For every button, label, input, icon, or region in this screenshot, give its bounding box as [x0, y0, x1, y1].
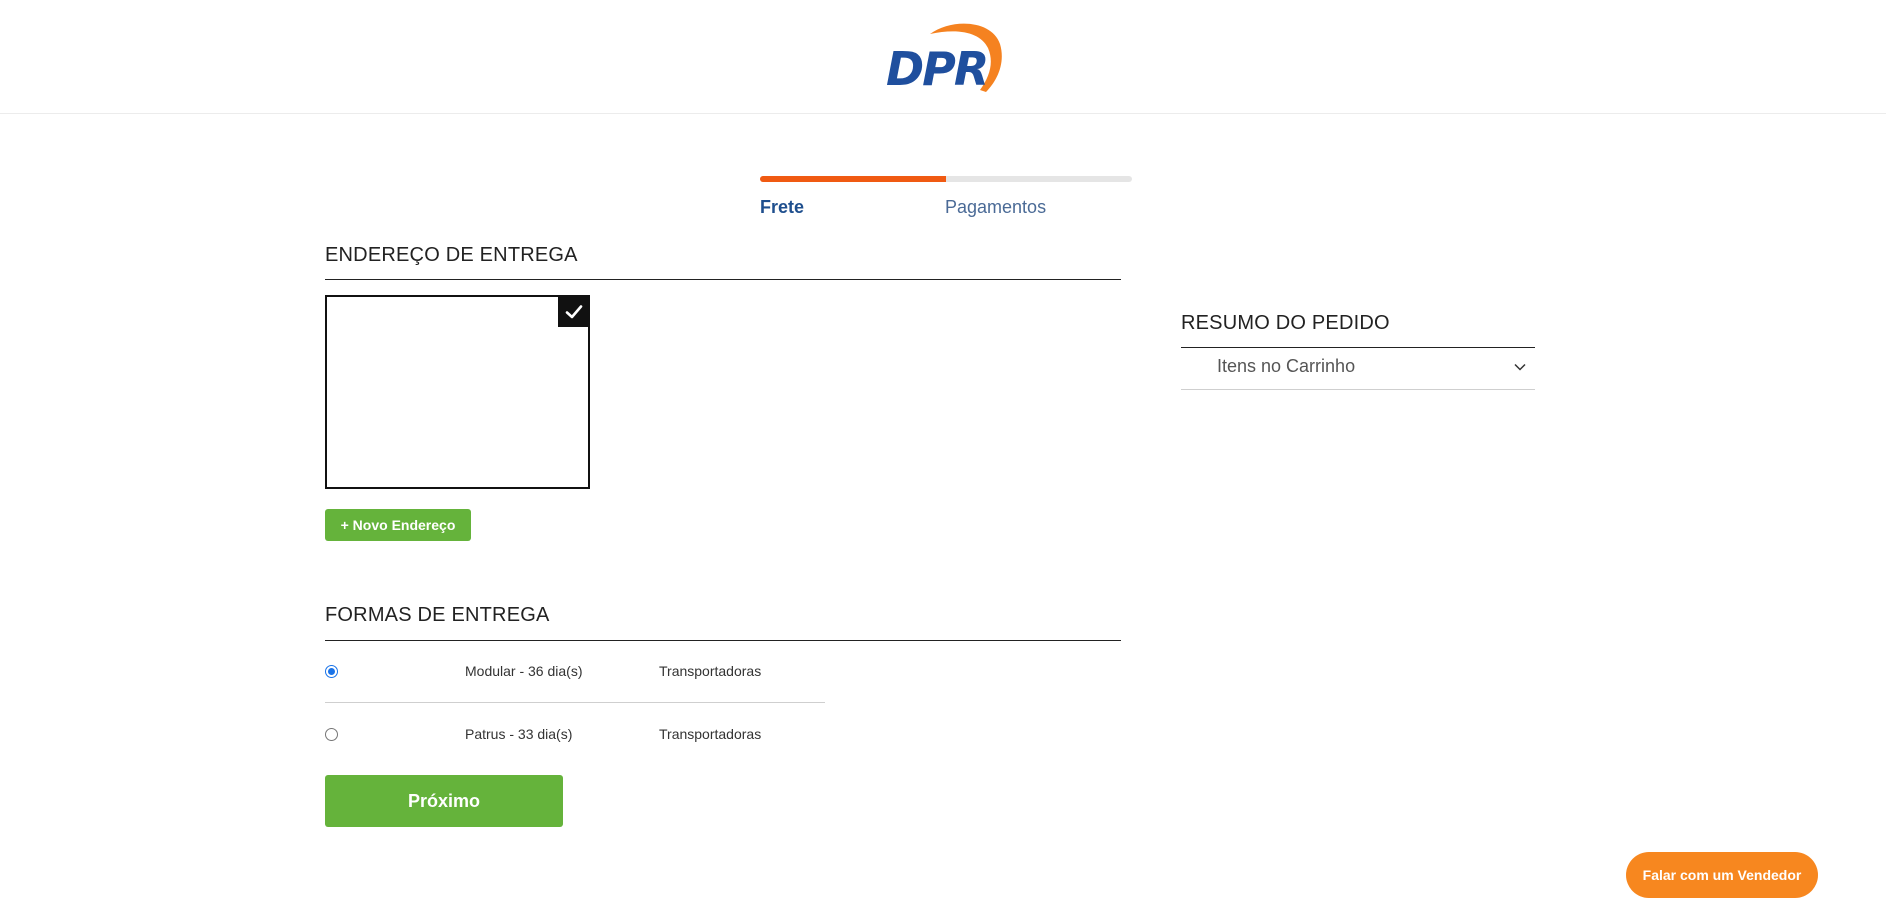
shipping-radio-modular[interactable]	[325, 665, 338, 678]
shipping-option-type: Transportadoras	[659, 663, 762, 679]
shipping-option-name: Modular - 36 dia(s)	[465, 663, 583, 679]
address-card[interactable]	[325, 295, 590, 489]
site-header: DPR	[0, 0, 1886, 114]
dpr-logo[interactable]: DPR	[882, 20, 1008, 92]
checkout-progress-bar	[760, 176, 1132, 182]
cart-items-divider	[1181, 389, 1535, 390]
shipping-radio-patrus[interactable]	[325, 728, 338, 741]
order-summary-title: RESUMO DO PEDIDO	[1181, 312, 1390, 334]
selected-check-icon	[558, 296, 589, 327]
logo-text: DPR	[886, 42, 989, 96]
shipping-option-type: Transportadoras	[659, 726, 762, 742]
step-frete[interactable]: Frete	[760, 197, 804, 218]
delivery-address-divider	[325, 279, 1121, 280]
shipping-methods-divider	[325, 640, 1121, 641]
step-pagamentos[interactable]: Pagamentos	[945, 197, 1046, 218]
cart-items-toggle[interactable]: Itens no Carrinho	[1181, 348, 1535, 389]
shipping-methods-title: FORMAS DE ENTREGA	[325, 604, 550, 626]
talk-to-seller-button[interactable]: Falar com um Vendedor	[1626, 852, 1818, 898]
chevron-down-icon	[1514, 363, 1526, 371]
next-button[interactable]: Próximo	[325, 775, 563, 827]
new-address-button[interactable]: + Novo Endereço	[325, 509, 471, 541]
shipping-row-divider	[325, 702, 825, 703]
cart-items-label: Itens no Carrinho	[1217, 356, 1356, 376]
checkout-progress-fill	[760, 176, 946, 182]
delivery-address-title: ENDEREÇO DE ENTREGA	[325, 244, 578, 266]
shipping-option-name: Patrus - 33 dia(s)	[465, 726, 573, 742]
